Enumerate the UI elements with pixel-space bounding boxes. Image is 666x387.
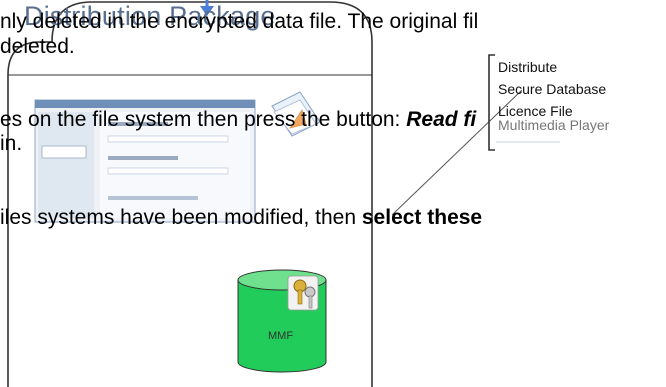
menu-item-secure-database: Secure Database [498,81,607,97]
body-text-line-5-bold: select these [361,206,483,229]
menu-bracket [488,54,495,151]
body-text-line-3-plain: es on the file system then press the but… [0,108,407,131]
body-text-line-5-plain: iles systems have been modified, then [0,206,362,229]
menu-item-multimedia-player: Multimedia Player [498,117,610,133]
body-text-line-5: iles systems have been modified, then se… [0,206,482,230]
menu-item-distribute: Distribute [498,59,558,75]
keys-icon [287,275,319,311]
body-text-line-4: in. [0,132,23,155]
body-text-line-3: es on the file system then press the but… [0,108,476,132]
body-text-line-1: nly deleted in the encrypted data file. … [0,10,479,33]
distribution-package-diagram [7,0,560,387]
mmf-label: MMF [268,330,294,342]
read-file-button-label: Read fi [406,108,477,131]
body-text-line-2: deleted. [0,35,75,58]
